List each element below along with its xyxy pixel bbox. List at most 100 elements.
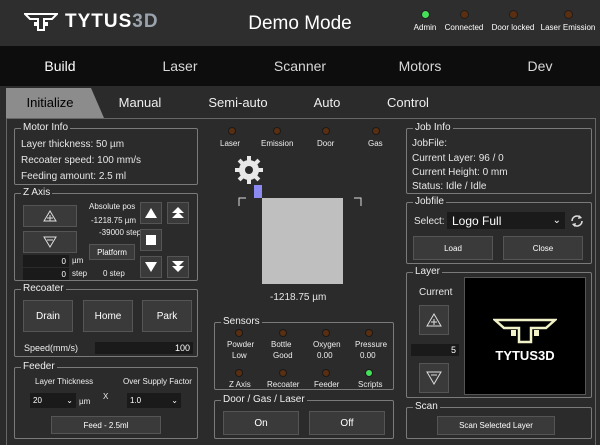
- layer-thickness-select[interactable]: 20 ⌄: [30, 393, 76, 408]
- status-connected: Connected: [436, 10, 492, 32]
- z-up-fast-button[interactable]: [167, 202, 189, 224]
- triangle-down-icon: [426, 371, 442, 385]
- sensors-group: Sensors Powder Bottle Oxygen Pressure Lo…: [214, 316, 394, 390]
- z-down-button[interactable]: [140, 256, 162, 278]
- platform-button[interactable]: Platform: [89, 244, 135, 260]
- speed-input[interactable]: 100: [95, 342, 193, 354]
- tab-semi-auto[interactable]: Semi-auto: [198, 88, 278, 118]
- jobfile-text: JobFile:: [412, 138, 448, 149]
- close-button[interactable]: Close: [503, 236, 583, 260]
- z-um-input[interactable]: 0: [23, 255, 69, 267]
- layer-input[interactable]: 5: [411, 344, 459, 356]
- scan-selected-layer-button[interactable]: Scan Selected Layer: [437, 416, 555, 435]
- layer-thickness-label: Layer Thickness: [35, 377, 94, 386]
- recoater-position-marker: [254, 185, 262, 198]
- z-axis-label: Z Axis: [229, 380, 251, 389]
- gas-label: Gas: [368, 139, 383, 148]
- bottle-indicator: [279, 329, 287, 337]
- status-door-locked: Door locked: [485, 10, 541, 32]
- absolute-pos-step: -39000 step: [99, 228, 142, 237]
- recoater-label: Recoater: [267, 380, 300, 389]
- stop-square-icon: [146, 235, 156, 245]
- layer-down-button[interactable]: [419, 363, 449, 393]
- main-nav: Build Laser Scanner Motors Dev: [0, 46, 600, 86]
- lt-unit-label: µm: [79, 397, 91, 406]
- powder-label: Powder: [227, 340, 255, 349]
- oxygen-value: 0.00: [317, 351, 333, 360]
- layer-preview: TYTUS3D: [464, 277, 586, 395]
- recoater-speed-text: Recoater speed: 100 mm/s: [21, 155, 142, 166]
- build-platform: [262, 198, 343, 284]
- recoater-group: Recoater Drain Home Park Speed(mm/s) 100: [14, 283, 198, 357]
- z-stop-button[interactable]: [140, 229, 162, 251]
- feeder-group: Feeder Layer Thickness Over Supply Facto…: [14, 361, 198, 439]
- current-label: Current: [419, 287, 453, 298]
- tab-manual[interactable]: Manual: [110, 88, 170, 118]
- tab-initialize[interactable]: Initialize: [10, 88, 90, 118]
- double-arrow-up-icon: [172, 207, 184, 218]
- nav-scanner[interactable]: Scanner: [240, 46, 360, 86]
- z-step-input[interactable]: 0: [23, 268, 69, 280]
- layer-up-button[interactable]: [419, 305, 449, 335]
- door-indicator: [322, 127, 330, 135]
- drain-button[interactable]: Drain: [23, 300, 73, 332]
- pressure-label: Pressure: [355, 340, 388, 349]
- absolute-pos-label: Absolute pos: [89, 202, 136, 211]
- home-button[interactable]: Home: [83, 300, 133, 332]
- jobfile-group: Jobfile Select: Logo Full ⌄ Load Close: [406, 196, 592, 264]
- arrow-down-icon: [145, 262, 157, 272]
- um-unit-label: µm: [72, 256, 84, 265]
- speed-label: Speed(mm/s): [24, 343, 79, 353]
- step-unit-label: step: [72, 269, 88, 278]
- chevron-down-icon: ⌄: [66, 396, 73, 405]
- chevron-down-icon: ⌄: [171, 396, 178, 405]
- park-button[interactable]: Park: [142, 300, 192, 332]
- jobfile-select[interactable]: Logo Full ⌄: [447, 212, 565, 229]
- triangle-up-icon: [43, 210, 57, 222]
- door-label: Door: [317, 139, 335, 148]
- over-supply-label: Over Supply Factor: [123, 377, 192, 386]
- bottle-label: Bottle: [271, 340, 292, 349]
- platform-position-readout: -1218.75 µm: [270, 292, 327, 303]
- tytus-logo-icon: [24, 13, 58, 31]
- nav-motors[interactable]: Motors: [360, 46, 480, 86]
- nav-laser[interactable]: Laser: [120, 46, 240, 86]
- oxygen-label: Oxygen: [313, 340, 341, 349]
- z-up-button[interactable]: [140, 202, 162, 224]
- step-readout: 0 step: [103, 269, 125, 278]
- load-button[interactable]: Load: [413, 236, 493, 260]
- motor-info-group: Motor Info Layer thickness: 50 µm Recoat…: [14, 122, 198, 185]
- feeding-amount-text: Feeding amount: 2.5 ml: [21, 171, 127, 182]
- powder-value: Low: [232, 351, 247, 360]
- nav-build[interactable]: Build: [0, 46, 120, 86]
- current-height-text: Current Height: 0 mm: [412, 167, 508, 178]
- chevron-down-icon: ⌄: [552, 215, 561, 226]
- off-button[interactable]: Off: [309, 411, 385, 435]
- oxygen-indicator: [322, 329, 330, 337]
- tab-auto[interactable]: Auto: [302, 88, 352, 118]
- select-label: Select:: [414, 216, 445, 227]
- z-up-small-button[interactable]: [23, 205, 77, 227]
- laser-indicator: [228, 127, 236, 135]
- tab-control[interactable]: Control: [378, 88, 438, 118]
- feeder-label: Feeder: [314, 380, 340, 389]
- feeder-indicator: [322, 369, 330, 377]
- recoater-indicator: [279, 369, 287, 377]
- nav-dev[interactable]: Dev: [480, 46, 600, 86]
- triangle-up-icon: [426, 313, 442, 327]
- on-button[interactable]: On: [223, 411, 299, 435]
- pressure-indicator: [365, 329, 373, 337]
- status-laser-emission: Laser Emission: [540, 10, 596, 32]
- refresh-icon[interactable]: [569, 213, 585, 229]
- z-down-fast-button[interactable]: [167, 256, 189, 278]
- emission-label: Emission: [261, 139, 294, 148]
- gas-indicator: [372, 127, 380, 135]
- arrow-up-icon: [145, 208, 157, 218]
- layer-group: Layer Current 5 TYTUS3D: [406, 266, 592, 398]
- feed-button[interactable]: Feed - 2.5ml: [51, 416, 161, 434]
- z-down-small-button[interactable]: [23, 231, 77, 253]
- over-supply-select[interactable]: 1.0 ⌄: [127, 393, 181, 408]
- preview-brand-text: TYTUS3D: [495, 348, 555, 363]
- scripts-indicator: [365, 369, 373, 377]
- bracket-icon: [238, 197, 246, 206]
